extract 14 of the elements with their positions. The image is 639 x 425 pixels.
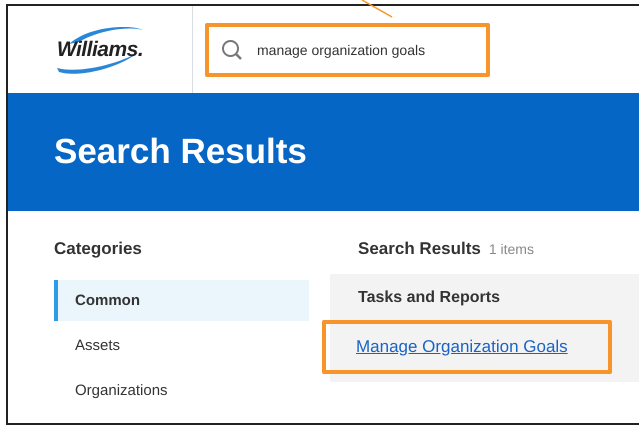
search-icon xyxy=(221,38,243,60)
callout-line xyxy=(360,0,395,18)
page-title: Search Results xyxy=(54,132,307,172)
group-heading: Tasks and Reports xyxy=(358,289,501,307)
company-logo: Williams. xyxy=(45,22,155,78)
search-field[interactable]: manage organization goals xyxy=(205,22,490,76)
category-item[interactable]: Assets xyxy=(54,325,309,366)
results-heading: Search Results xyxy=(358,239,481,259)
result-count: 1 items xyxy=(488,241,534,257)
result-link[interactable]: Manage Organization Goals xyxy=(356,337,568,357)
categories-heading: Categories xyxy=(54,239,142,258)
category-item[interactable]: Organizations xyxy=(54,370,309,411)
category-item[interactable]: Common xyxy=(54,280,309,321)
search-query: manage organization goals xyxy=(257,42,426,58)
